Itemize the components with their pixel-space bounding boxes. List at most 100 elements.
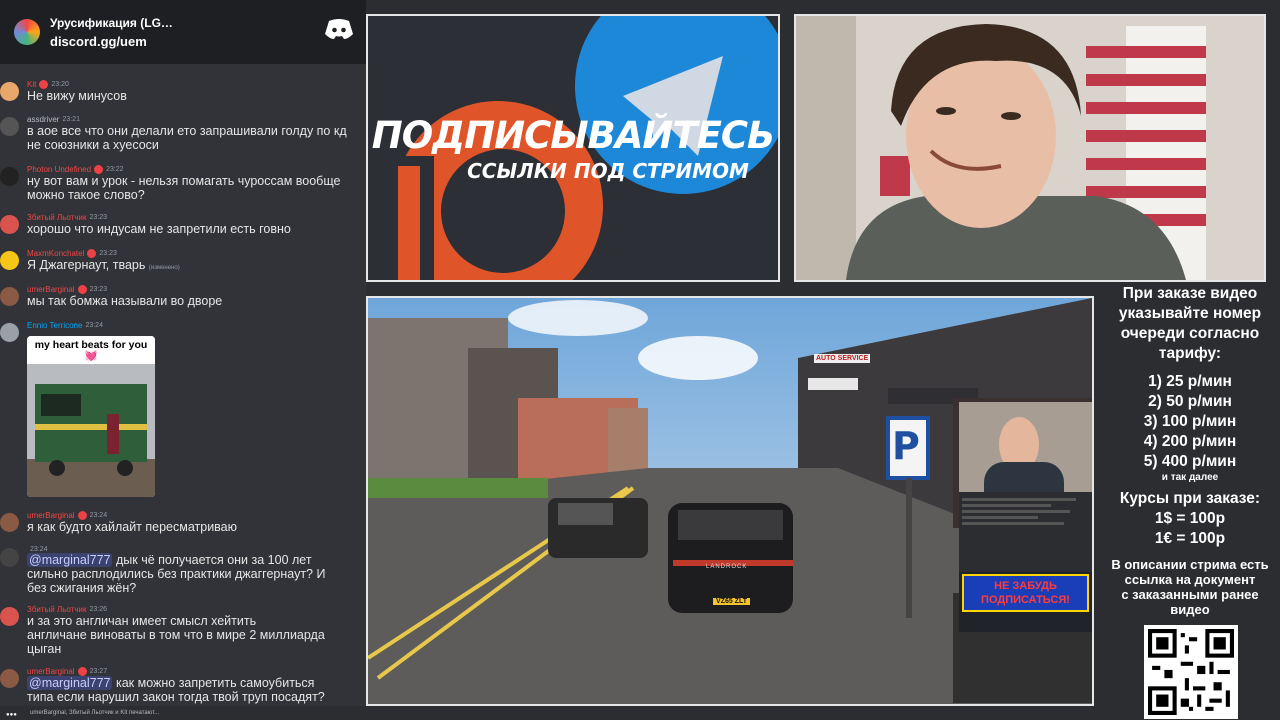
timestamp: 23:27 <box>89 668 108 675</box>
username[interactable]: Збитый Льотчик <box>27 605 86 614</box>
user-mention[interactable]: @marginal777 <box>27 553 113 567</box>
rate-item: 4) 200 р/мин <box>1143 433 1237 450</box>
attachment-caption: my heart beats for you 💓 <box>27 336 155 364</box>
courses-title: Курсы при заказе: <box>1119 490 1261 507</box>
edited-label: (изменено) <box>148 265 180 271</box>
message-text: ну вот вам и урок - нельзя помагать чуро… <box>27 174 341 188</box>
timestamp: 23:24 <box>89 512 108 519</box>
message-text: мы так бомжа называли во дворе <box>27 294 223 308</box>
message-text: я как будто хайлайт пересматриваю <box>27 520 238 534</box>
server-invite-link[interactable]: discord.gg/uem <box>50 34 173 49</box>
username[interactable]: umerBarginal <box>27 285 75 294</box>
server-icon[interactable] <box>14 19 40 45</box>
message-text: @marginal777 как можно запретить самоуби… <box>27 676 315 690</box>
avatar[interactable] <box>0 167 19 186</box>
intro-line: указывайте номер <box>1118 305 1262 322</box>
avatar[interactable] <box>0 548 19 567</box>
avatar[interactable] <box>0 607 19 626</box>
order-info-panel: При заказе видео указывайте номер очеред… <box>1100 284 1280 617</box>
intro-line: очереди согласно <box>1120 325 1260 342</box>
message-text: в аое все что они делали ето запрашивали… <box>27 124 347 138</box>
game-view: AUTO SERVICE P LANDROCK VZ65 ZLT НЕ ЗАБУ… <box>366 296 1094 706</box>
chat-message: assdriver 23:21 в аое все что они делали … <box>0 115 366 152</box>
subscribe-promo-banner: ПОДПИСЫВАЙТЕСЬ ССЫЛКИ ПОД СТРИМОМ <box>366 14 780 282</box>
pip-overlay: НЕ ЗАБУДЬ ПОДПИСАТЬСЯ! <box>959 402 1092 632</box>
qr-code[interactable] <box>1144 625 1238 719</box>
rate-item: 5) 400 р/мин <box>1143 453 1237 470</box>
timestamp: 23:23 <box>89 214 108 221</box>
username[interactable]: MaxmKonchatel <box>27 249 84 258</box>
webcam-feed <box>794 14 1266 282</box>
parking-sign-icon: P <box>892 424 920 468</box>
username[interactable]: assdriver <box>27 115 59 124</box>
avatar[interactable] <box>0 669 19 688</box>
chat-header: Урусификация (LG… discord.gg/uem <box>0 0 366 64</box>
pip-chat <box>959 492 1092 572</box>
car-brand-label: LANDROCK <box>706 564 748 570</box>
chat-message: Збитый Льотчик 23:23 хорошо что индусам н… <box>0 213 366 236</box>
chat-message: umerBarginal 23:27 @marginal777 как можно… <box>0 667 366 704</box>
footer-line: В описании стрима есть <box>1111 557 1269 572</box>
message-text: типа если нарушил закон тогда твой труп … <box>27 690 325 704</box>
timestamp: 23:24 <box>85 322 103 329</box>
message-text: не союзники а хуесоси <box>27 138 159 152</box>
intro-line: При заказе видео <box>1122 285 1258 302</box>
avatar[interactable] <box>0 251 19 270</box>
username[interactable]: Збитый Льотчик <box>27 213 86 222</box>
role-badge-icon <box>77 667 87 676</box>
username[interactable]: Ennio Terricone <box>27 321 82 330</box>
train-image <box>27 364 155 497</box>
avatar[interactable] <box>0 323 19 342</box>
message-text: без сжигания жён? <box>27 581 137 595</box>
message-text: Я Джагернаут, тварь (изменено) <box>27 258 180 272</box>
avatar[interactable] <box>0 82 19 101</box>
message-text: хорошо что индусам не запретили есть гов… <box>27 222 291 236</box>
chat-message: umerBarginal 23:23 мы так бомжа называли … <box>0 285 366 308</box>
footer-line: с заказанными ранее <box>1121 587 1259 602</box>
typing-indicator: ●●● umerBarginal, Збитый Льотчик и Kit п… <box>0 706 366 720</box>
timestamp: 23:22 <box>106 166 124 173</box>
streamer-webcam-image <box>796 16 1264 280</box>
chat-message: 23:24 @marginal777 дык чё получается они… <box>0 546 366 595</box>
role-badge-icon <box>77 285 87 294</box>
username[interactable]: umerBarginal <box>27 511 75 520</box>
intro-line: тарифу: <box>1158 345 1222 362</box>
chat-message: umerBarginal 23:24 я как будто хайлайт пе… <box>0 511 366 534</box>
course-rate: 1€ = 100р <box>1154 530 1226 547</box>
timestamp: 23:23 <box>99 250 117 257</box>
promo-title: ПОДПИСЫВАЙТЕСЬ <box>371 114 775 157</box>
server-name: Урусификация (LG… <box>50 15 173 30</box>
role-badge-icon <box>94 165 104 174</box>
avatar[interactable] <box>0 287 19 306</box>
typing-dots-icon: ●●● <box>6 712 17 718</box>
username[interactable]: umerBarginal <box>27 667 75 676</box>
timestamp: 23:21 <box>62 116 80 123</box>
rate-item: 2) 50 р/мин <box>1148 393 1232 410</box>
course-rate: 1$ = 100р <box>1154 510 1226 527</box>
chat-message: Ennio Terricone 23:24 <box>0 321 366 342</box>
message-text: можно такое слово? <box>27 188 145 202</box>
role-badge-icon <box>87 249 97 258</box>
chat-message: Збитый Льотчик 23:26 и за это англичан им… <box>0 605 366 656</box>
user-mention[interactable]: @marginal777 <box>27 676 113 690</box>
chat-message: Kit 23:20 Не вижу минусов <box>0 80 366 103</box>
message-text: @marginal777 дык чё получается они за 10… <box>27 553 312 567</box>
image-attachment[interactable]: my heart beats for you 💓 <box>27 336 155 497</box>
username[interactable]: Kit <box>27 80 36 89</box>
pip-webcam <box>959 402 1092 492</box>
footer-line: видео <box>1170 602 1210 617</box>
subscribe-reminder-banner: НЕ ЗАБУДЬ ПОДПИСАТЬСЯ! <box>962 574 1089 612</box>
and-so-on: и так далее <box>1161 472 1219 483</box>
discord-chat-panel: Урусификация (LG… discord.gg/uem Kit 23:2… <box>0 0 366 720</box>
avatar[interactable] <box>0 117 19 136</box>
username[interactable]: Photon Undefined <box>27 165 91 174</box>
role-badge-icon <box>39 80 49 89</box>
typing-text: umerBarginal, Збитый Льотчик и Kit печат… <box>30 710 160 716</box>
avatar[interactable] <box>0 513 19 532</box>
qr-pattern <box>1148 629 1234 715</box>
avatar[interactable] <box>0 215 19 234</box>
rate-item: 3) 100 р/мин <box>1143 413 1237 430</box>
auto-service-sign: AUTO SERVICE <box>814 354 871 363</box>
license-plate: VZ65 ZLT <box>713 598 750 605</box>
timestamp: 23:23 <box>89 286 108 293</box>
